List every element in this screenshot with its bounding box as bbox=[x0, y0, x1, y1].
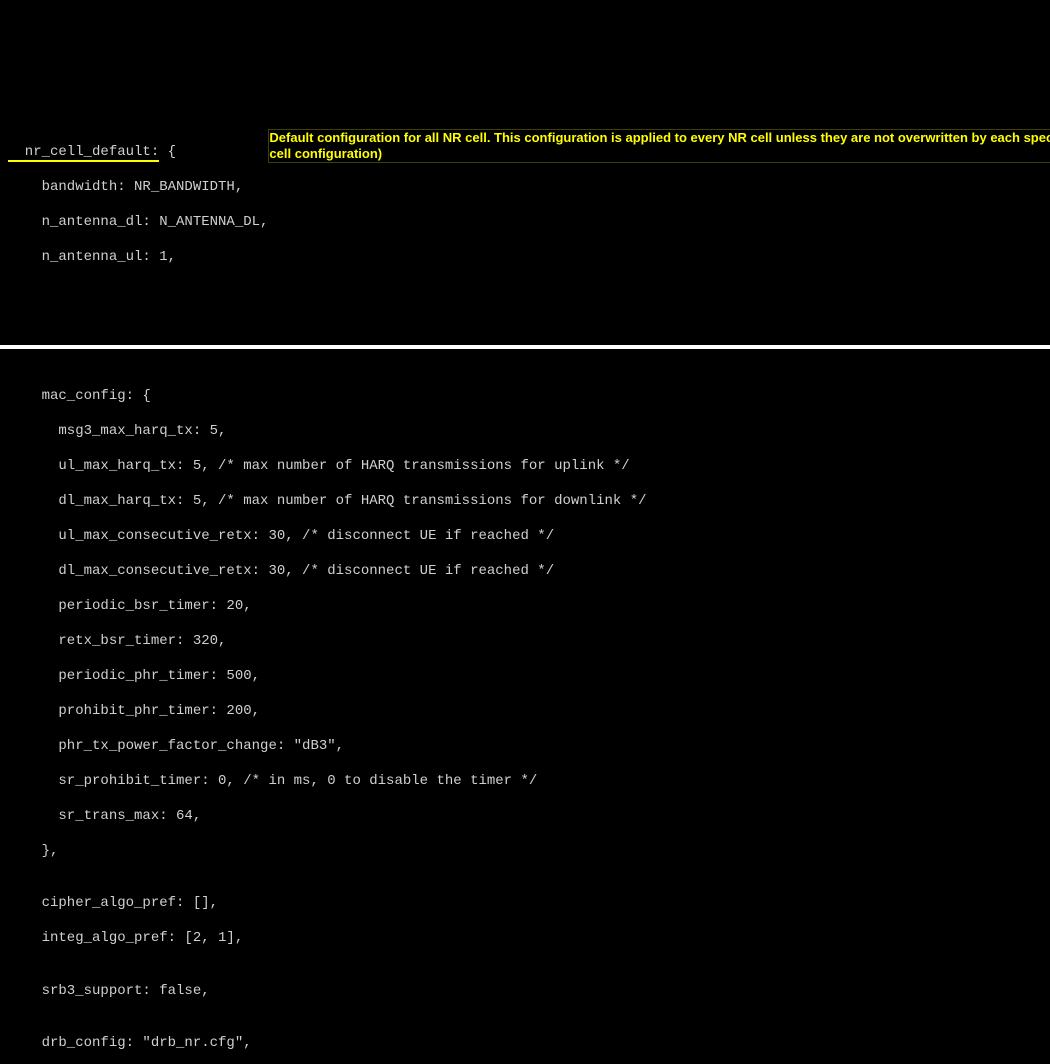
code-block-lower: mac_config: { msg3_max_harq_tx: 5, ul_ma… bbox=[0, 366, 1050, 1064]
separator bbox=[0, 345, 1050, 349]
code-line: periodic_bsr_timer: 20, bbox=[8, 598, 1042, 616]
annotation-callout: Default configuration for all NR cell. T… bbox=[218, 111, 1036, 182]
code-line: n_antenna_ul: 1, bbox=[8, 249, 1042, 267]
code-line: retx_bsr_timer: 320, bbox=[8, 633, 1042, 651]
code-line: srb3_support: false, bbox=[8, 983, 1042, 1001]
code-line: sr_prohibit_timer: 0, /* in ms, 0 to dis… bbox=[8, 773, 1042, 791]
code-line: ul_max_consecutive_retx: 30, /* disconne… bbox=[8, 528, 1042, 546]
code-block: Default configuration for all NR cell. T… bbox=[0, 70, 1050, 327]
code-line: prohibit_phr_timer: 200, bbox=[8, 703, 1042, 721]
code-line: sr_trans_max: 64, bbox=[8, 808, 1042, 826]
code-line: phr_tx_power_factor_change: "dB3", bbox=[8, 738, 1042, 756]
code-line: integ_algo_pref: [2, 1], bbox=[8, 930, 1042, 948]
code-line: ul_max_harq_tx: 5, /* max number of HARQ… bbox=[8, 458, 1042, 476]
code-line: n_antenna_dl: N_ANTENNA_DL, bbox=[8, 214, 1042, 232]
code-line: dl_max_harq_tx: 5, /* max number of HARQ… bbox=[8, 493, 1042, 511]
code-line: dl_max_consecutive_retx: 30, /* disconne… bbox=[8, 563, 1042, 581]
code-line: cipher_algo_pref: [], bbox=[8, 895, 1042, 913]
annotation-text: Default configuration for all NR cell. T… bbox=[268, 129, 1050, 164]
code-line: drb_config: "drb_nr.cfg", bbox=[8, 1035, 1042, 1053]
code-line: }, bbox=[8, 843, 1042, 861]
annotated-region: Default configuration for all NR cell. T… bbox=[8, 109, 1042, 302]
code-line: periodic_phr_timer: 500, bbox=[8, 668, 1042, 686]
code-line: mac_config: { bbox=[8, 388, 1042, 406]
code-line: msg3_max_harq_tx: 5, bbox=[8, 423, 1042, 441]
